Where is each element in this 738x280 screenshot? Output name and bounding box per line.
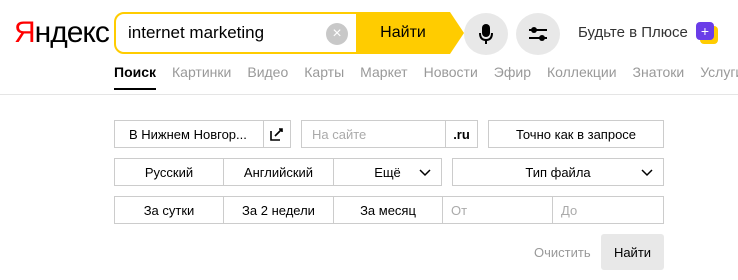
logo-letters-ndeks: ндекс xyxy=(34,16,110,49)
language-english-button[interactable]: Английский xyxy=(223,158,334,186)
period-month-button[interactable]: За месяц xyxy=(333,196,443,224)
region-selector[interactable]: В Нижнем Новгор... xyxy=(114,120,264,148)
sliders-icon xyxy=(529,27,547,41)
date-to-input[interactable]: До xyxy=(552,196,664,224)
tab-news[interactable]: Новости xyxy=(424,64,478,80)
tab-collections[interactable]: Коллекции xyxy=(547,64,617,80)
language-more-label: Ещё xyxy=(374,164,401,180)
yandex-logo[interactable]: Яндекс xyxy=(14,16,110,50)
filetype-dropdown[interactable]: Тип файла xyxy=(452,158,664,186)
date-from-placeholder: От xyxy=(451,202,468,218)
language-russian-button[interactable]: Русский xyxy=(114,158,224,186)
period-two-weeks-button[interactable]: За 2 недели xyxy=(223,196,334,224)
site-input[interactable]: На сайте xyxy=(301,120,446,148)
clear-search-icon[interactable]: × xyxy=(326,23,348,45)
period-day-button[interactable]: За сутки xyxy=(114,196,224,224)
search-input[interactable] xyxy=(116,23,344,43)
tab-video[interactable]: Видео xyxy=(247,64,288,80)
tab-services[interactable]: Услуги xyxy=(700,64,738,80)
tabs-divider xyxy=(0,94,738,95)
tab-maps[interactable]: Карты xyxy=(304,64,344,80)
search-settings-button[interactable] xyxy=(516,13,560,55)
microphone-icon xyxy=(479,24,493,44)
site-placeholder: На сайте xyxy=(312,126,367,142)
advanced-search-button[interactable]: Найти xyxy=(601,234,664,270)
search-box: × Найти xyxy=(114,12,464,54)
region-edit-button[interactable] xyxy=(263,120,291,148)
tab-images[interactable]: Картинки xyxy=(172,64,231,80)
search-submit-button[interactable]: Найти xyxy=(356,12,450,54)
date-from-input[interactable]: От xyxy=(442,196,553,224)
chevron-down-icon xyxy=(641,169,653,177)
search-button-arrow xyxy=(450,12,464,54)
exact-match-button[interactable]: Точно как в запросе xyxy=(488,120,664,148)
tab-znatoki[interactable]: Знатоки xyxy=(633,64,685,80)
plus-icon[interactable]: + xyxy=(696,22,714,40)
tab-market[interactable]: Маркет xyxy=(360,64,407,80)
tab-search[interactable]: Поиск xyxy=(114,64,157,90)
search-tabs: Поиск Картинки Видео Карты Маркет Новост… xyxy=(114,64,738,90)
chevron-down-icon xyxy=(419,169,431,177)
domain-selector[interactable]: .ru xyxy=(445,120,478,148)
tab-efir[interactable]: Эфир xyxy=(494,64,531,80)
language-more-dropdown[interactable]: Ещё xyxy=(333,158,442,186)
voice-search-button[interactable] xyxy=(464,13,508,55)
logo-letter-ya: Я xyxy=(14,16,36,49)
clear-filters-link[interactable]: Очистить xyxy=(534,245,591,260)
filetype-label: Тип файла xyxy=(525,164,591,180)
edit-icon xyxy=(270,128,283,141)
date-to-placeholder: До xyxy=(561,202,578,218)
plus-promo-link[interactable]: Будьте в Плюсе xyxy=(578,24,688,41)
